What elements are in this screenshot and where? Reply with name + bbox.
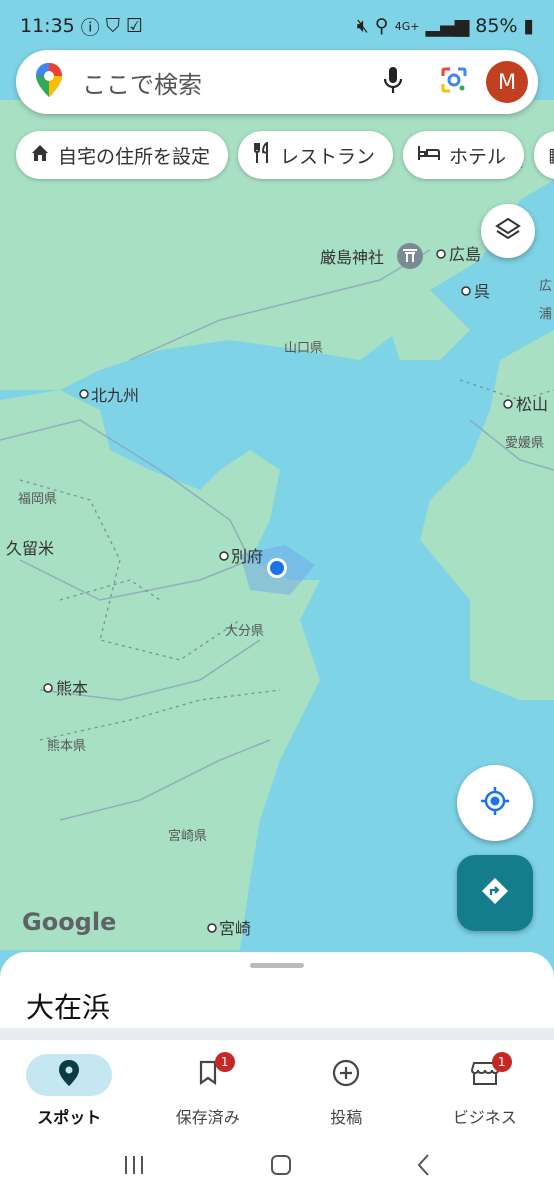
chip-hotel[interactable]: ホテル [403,131,525,179]
search-bar[interactable]: ここで検索 M [16,50,538,114]
place-icon [59,1060,80,1090]
store-icon: ▦ [548,144,554,166]
back-icon[interactable] [416,1153,432,1181]
recent-apps-icon[interactable] [122,1154,146,1180]
mute-icon: 🔇︎ [356,15,369,37]
nav-saved-label: 保存済み [175,1108,240,1127]
map-label-matsuyama[interactable]: 松山 [516,395,548,414]
avatar[interactable]: M [486,61,528,103]
directions-icon [480,876,510,910]
map-label-kurume[interactable]: 久留米 [6,539,54,558]
layers-button[interactable] [481,204,535,258]
nav-explore[interactable]: スポット [0,1040,139,1134]
shield-icon: ⛉ [105,15,121,37]
nav-business-label: ビジネス [452,1108,517,1127]
directions-button[interactable] [457,855,533,931]
map-label-fukuoka: 福岡県 [18,492,57,507]
nav-explore-label: スポット [37,1108,102,1127]
status-time: 11:35 [20,15,75,37]
bottom-sheet[interactable]: 大在浜 [0,952,554,1032]
nav-contribute-label: 投稿 [330,1108,363,1127]
status-bar: 11:35 ⓘ ⛉ ☑ 🔇︎ ⚲ 4G+ ▂▄▆ 85% ▮ [0,0,554,52]
home-icon [30,143,50,168]
nav-saved[interactable]: 1 保存済み [139,1040,278,1134]
battery-level: 85% [475,15,518,37]
location-status-icon: ⚲ [374,15,389,37]
chip-restaurant-label: レストラン [280,145,376,168]
chip-hotel-label: ホテル [449,145,507,168]
layers-icon [495,216,521,246]
current-location-dot [270,561,284,575]
map-label-miyazaki[interactable]: 宮崎 [219,919,251,938]
business-badge: 1 [491,1052,512,1072]
nav-business[interactable]: 1 ビジネス [416,1040,554,1134]
map-label-miyazaki-pref: 宮崎県 [168,828,207,844]
map-label-hiroshima[interactable]: 広島 [449,245,481,264]
bottom-navigation: スポット 1 保存済み 投稿 1 ビジネス [0,1040,554,1134]
chip-home[interactable]: 自宅の住所を設定 [16,131,229,179]
home-button-icon[interactable] [269,1153,293,1181]
info-icon: ⓘ [80,16,100,39]
chip-home-label: 自宅の住所を設定 [58,145,211,168]
map-label-kitakyushu[interactable]: 北九州 [91,386,139,405]
microphone-icon[interactable] [382,65,404,99]
map-label-beppu[interactable]: 別府 [231,547,263,566]
map-label-yamaguchi: 山口県 [284,341,323,356]
category-chips: 自宅の住所を設定 レストラン ホテル ▦ [16,131,554,179]
sheet-drag-handle[interactable] [250,963,304,968]
nav-contribute[interactable]: 投稿 [277,1040,416,1134]
restaurant-icon [252,140,272,169]
google-lens-icon[interactable] [440,66,468,98]
map-label-oita: 大分県 [225,624,264,639]
hotel-icon [417,144,441,167]
network-type: 4G+ [394,19,420,33]
chip-restaurant[interactable]: レストラン [238,131,394,179]
battery-icon: ▮ [523,15,534,37]
signal-icon: ▂▄▆ [425,15,470,37]
sheet-title: 大在浜 [26,991,111,1024]
map-label-kumamoto-pref: 熊本県 [47,738,86,754]
map-label-ehime: 愛媛県 [505,436,544,451]
maps-pin-logo-icon [36,63,62,101]
google-logo: Google [22,908,116,936]
add-circle-icon [332,1059,360,1091]
map-label-kumamoto[interactable]: 熊本 [56,679,88,698]
map-label-kure[interactable]: 呉 [474,282,490,301]
checkbox-icon: ☑ [126,15,144,37]
crosshair-icon [480,786,510,820]
search-input[interactable]: ここで検索 [82,65,382,100]
map-label-itsukushima[interactable]: 厳島神社 [320,248,384,267]
map-label-edge-ura: 浦 [539,307,552,322]
map-label-edge-hiro: 広 [539,279,552,294]
system-navigation-bar [0,1134,554,1200]
saved-badge: 1 [214,1052,235,1072]
my-location-button[interactable] [457,765,533,841]
shrine-pin-icon[interactable] [397,243,423,269]
chip-more[interactable]: ▦ [534,131,554,179]
divider [0,1028,554,1040]
